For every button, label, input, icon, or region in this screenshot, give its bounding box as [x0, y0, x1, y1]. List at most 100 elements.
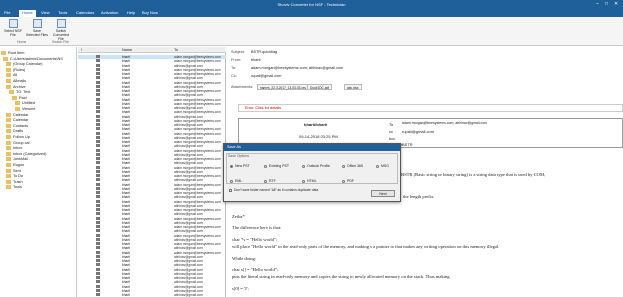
menu-buy-now[interactable]: Buy Now — [142, 10, 158, 15]
tree-node[interactable]: To Do — [6, 174, 23, 179]
tree-node[interactable]: Archive — [6, 84, 26, 89]
save-selected-button[interactable]: Save Selected Files — [26, 19, 48, 37]
list-item[interactable]: bharti abhinav@gmail.com — [78, 293, 226, 297]
next-button[interactable]: Next — [371, 190, 395, 197]
mail-icon — [96, 263, 100, 267]
radio-icon — [264, 179, 267, 183]
option-outlook-profile[interactable]: Outlook Profile — [302, 164, 330, 168]
folder-icon — [6, 129, 11, 134]
body-line-10: s[0] = 'J'; — [232, 286, 249, 291]
select-nsf-button[interactable]: Select NSF File — [2, 19, 24, 37]
menu-home[interactable]: Home — [19, 10, 36, 17]
folder-icon — [6, 123, 11, 128]
skip-all-folder-checkbox[interactable]: Don't save folder named "All" as it cont… — [229, 188, 318, 192]
option-existing-pst[interactable]: Existing PST — [264, 164, 289, 168]
col-flag[interactable]: ! — [81, 48, 82, 52]
tree-node[interactable]: (Group Calendar) — [6, 62, 43, 67]
tree-node[interactable]: Calendar — [6, 112, 28, 117]
tree-node[interactable]: Sent — [6, 168, 21, 173]
mail-icon — [96, 216, 100, 220]
mail-icon — [96, 123, 100, 126]
folder-icon — [6, 79, 11, 83]
menu-tools[interactable]: Tools — [58, 10, 67, 15]
tree-node[interactable]: Trash — [6, 179, 23, 184]
attachment-1[interactable]: names_22-3-2017_13-03-03.csv — [257, 84, 310, 90]
tree-node[interactable]: Untitled — [15, 101, 35, 106]
tree-node[interactable]: Inbox — [6, 146, 22, 151]
option-office-365[interactable]: Office 365 — [342, 164, 363, 168]
option-pdf[interactable]: PDF — [342, 179, 354, 183]
body-line-2: the length prefix. — [403, 194, 435, 199]
attachment-2[interactable]: Doc#1DC.pdf — [307, 84, 333, 90]
tree-node[interactable]: TO: Text — [9, 90, 30, 95]
folder-icon — [6, 168, 11, 173]
mail-icon — [96, 267, 100, 271]
tree-node[interactable]: Calendar — [6, 118, 28, 123]
tree-node[interactable]: Follow Up — [6, 135, 30, 139]
mail-icon — [96, 246, 100, 250]
option-html[interactable]: HTML — [302, 179, 317, 183]
mail-icon — [96, 203, 100, 207]
error-bar[interactable]: Error. Click for details — [238, 104, 623, 112]
folder-icon — [9, 90, 14, 95]
body-line-5: char *s = "Hello world"; — [232, 237, 278, 242]
body-line-9: puts the literal string in read-only mem… — [232, 274, 450, 279]
open-file-icon — [8, 19, 18, 28]
close-icon[interactable]: ✕ — [614, 1, 618, 7]
tree-node[interactable]: Tools — [6, 185, 22, 190]
attachment-3[interactable]: abc.xlsx — [344, 84, 362, 90]
switch-file-button[interactable]: Switch Converted File — [50, 19, 72, 41]
tree-node[interactable]: C:\Users\admin\Documents\NS — [3, 56, 63, 61]
group-label-home: Home — [17, 40, 27, 44]
mail-icon — [96, 237, 100, 241]
tree-node[interactable]: All — [6, 73, 17, 78]
menu-view[interactable]: View — [41, 10, 50, 15]
tree-node[interactable]: Group cal — [6, 140, 29, 145]
mail-icon — [96, 195, 100, 199]
radio-icon — [230, 179, 233, 183]
attachments-row: Attachments: — [231, 85, 254, 89]
mail-icon — [96, 84, 100, 88]
menu-calendars[interactable]: Calendars — [76, 10, 94, 15]
mail-icon — [96, 229, 100, 233]
tree-node[interactable]: Rugon — [6, 163, 24, 167]
mail-icon — [96, 250, 100, 254]
tree-node[interactable]: JunkMail — [6, 157, 28, 162]
tree-node[interactable]: Viewme — [15, 107, 35, 111]
minimize-icon[interactable]: – — [596, 1, 599, 7]
mail-icon — [96, 242, 100, 245]
folder-icon — [6, 140, 11, 145]
folder-icon — [6, 112, 11, 117]
subject-row: Subject: BSTR.quickflag — [231, 50, 278, 54]
mail-icon — [96, 140, 100, 143]
maximize-icon[interactable]: □ — [605, 1, 608, 7]
menu-help[interactable]: Help — [127, 10, 135, 15]
option-rtf[interactable]: RTF — [264, 179, 276, 183]
mail-icon — [96, 276, 100, 279]
col-to[interactable]: To — [174, 48, 178, 52]
mail-icon — [96, 259, 100, 262]
folder-icon — [6, 67, 11, 72]
tree-node[interactable]: (Rules) — [6, 67, 25, 72]
mail-icon — [96, 233, 100, 237]
option-msg[interactable]: MSG — [376, 164, 389, 168]
tree-node[interactable]: Root Item — [1, 51, 24, 55]
tree-node[interactable]: Allmails — [6, 79, 26, 83]
mail-icon — [96, 118, 100, 122]
option-eml[interactable]: EML — [230, 179, 242, 183]
body-line-4: The difference here is that: — [232, 225, 282, 230]
tree-node[interactable]: Paid — [12, 95, 27, 100]
menu-file[interactable]: File — [4, 10, 10, 15]
cc-row: Cc: rupali@gmail.com — [231, 74, 282, 78]
tree-node[interactable]: Inbox (Categorized) — [6, 151, 46, 156]
menu-activation[interactable]: Activation — [101, 10, 118, 15]
option-new-pst[interactable]: New PST — [230, 164, 250, 168]
mail-icon — [96, 144, 100, 148]
tree-node[interactable]: Contacts — [6, 123, 28, 128]
radio-icon — [342, 179, 345, 183]
save-as-dialog: Save As Save Options New PST Existing PS… — [223, 143, 401, 202]
mail-icon — [96, 174, 100, 177]
col-name[interactable]: Name — [122, 48, 132, 52]
tree-node[interactable]: Drafts — [6, 129, 23, 134]
mail-icon — [96, 225, 100, 228]
